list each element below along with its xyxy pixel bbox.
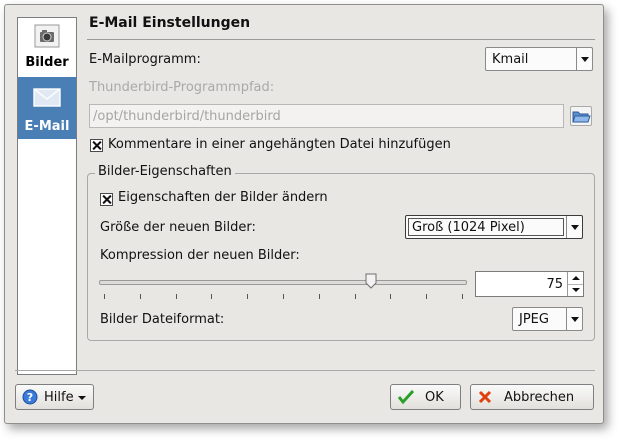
cancel-x-icon	[478, 390, 492, 404]
slider-tick	[462, 294, 463, 299]
sidebar-item-bilder-label: Bilder	[25, 55, 69, 70]
chevron-down-icon	[576, 48, 592, 70]
slider-tick	[318, 294, 320, 299]
spin-buttons	[567, 272, 583, 296]
header-divider	[87, 39, 595, 40]
file-format-select[interactable]: JPEG	[512, 307, 583, 331]
sidebar-item-bilder[interactable]: Bilder	[18, 18, 76, 76]
thunderbird-path-label: Thunderbird-Programmpfad:	[89, 80, 275, 95]
chevron-down-icon	[566, 308, 582, 330]
slider-tick	[211, 294, 213, 299]
attach-comments-label: Kommentare in einer angehängten Datei hi…	[108, 137, 451, 152]
footer-divider	[15, 370, 595, 371]
compression-slider-handle[interactable]	[365, 273, 377, 289]
slider-tick	[247, 294, 249, 299]
chevron-down-icon	[566, 216, 582, 238]
envelope-icon	[33, 88, 61, 107]
thunderbird-path-field[interactable]	[89, 104, 564, 128]
compression-label: Kompression der neuen Bilder:	[100, 248, 300, 263]
cancel-button-label: Abbrechen	[504, 390, 575, 405]
svg-text:?: ?	[27, 391, 33, 404]
help-icon: ?	[22, 389, 38, 405]
image-properties-group-title: Bilder-Eigenschaften	[95, 164, 235, 179]
slider-tick	[390, 294, 392, 299]
image-size-select[interactable]: Groß (1024 Pixel)	[405, 215, 583, 239]
help-button-label: Hilfe	[44, 390, 74, 405]
image-size-value: Groß (1024 Pixel)	[412, 220, 525, 235]
spin-down-icon[interactable]	[568, 284, 583, 296]
sidebar-item-email-label: E-Mail	[24, 119, 70, 134]
spin-up-icon[interactable]	[568, 272, 583, 284]
sidebar: Bilder E-Mail	[17, 17, 77, 375]
slider-tick	[354, 294, 356, 299]
ok-button-label: OK	[425, 390, 444, 405]
slider-tick	[283, 294, 284, 299]
email-settings-dialog: Bilder E-Mail E-Mail Einstellungen E-Mai…	[4, 4, 604, 424]
slider-tick	[175, 294, 177, 299]
folder-open-icon	[572, 111, 591, 123]
slider-tick	[426, 294, 428, 299]
email-program-label: E-Mailprogramm:	[89, 52, 201, 67]
cancel-button[interactable]: Abbrechen	[470, 384, 594, 410]
slider-tick	[104, 294, 105, 299]
chevron-down-icon	[78, 396, 86, 400]
change-properties-label: Eigenschaften der Bilder ändern	[118, 190, 328, 205]
change-properties-checkbox[interactable]	[100, 193, 113, 206]
compression-slider-track[interactable]	[99, 280, 467, 285]
file-format-label: Bilder Dateiformat:	[100, 312, 225, 327]
page-title: E-Mail Einstellungen	[89, 15, 251, 31]
slider-tick	[139, 294, 141, 299]
image-size-label: Größe der neuen Bilder:	[100, 220, 256, 235]
compression-value: 75	[546, 277, 563, 292]
help-button[interactable]: ? Hilfe	[15, 384, 94, 410]
email-program-value: Kmail	[492, 52, 529, 67]
camera-icon	[34, 24, 60, 48]
thunderbird-path-input[interactable]	[93, 108, 558, 124]
email-program-select[interactable]: Kmail	[485, 47, 593, 71]
checkmark-icon	[398, 389, 414, 405]
sidebar-item-email[interactable]: E-Mail	[18, 77, 76, 139]
attach-comments-checkbox[interactable]	[90, 139, 103, 152]
compression-spinbox[interactable]: 75	[475, 271, 584, 297]
file-format-value: JPEG	[519, 312, 549, 327]
browse-folder-button[interactable]	[570, 106, 592, 126]
ok-button[interactable]: OK	[390, 384, 461, 410]
